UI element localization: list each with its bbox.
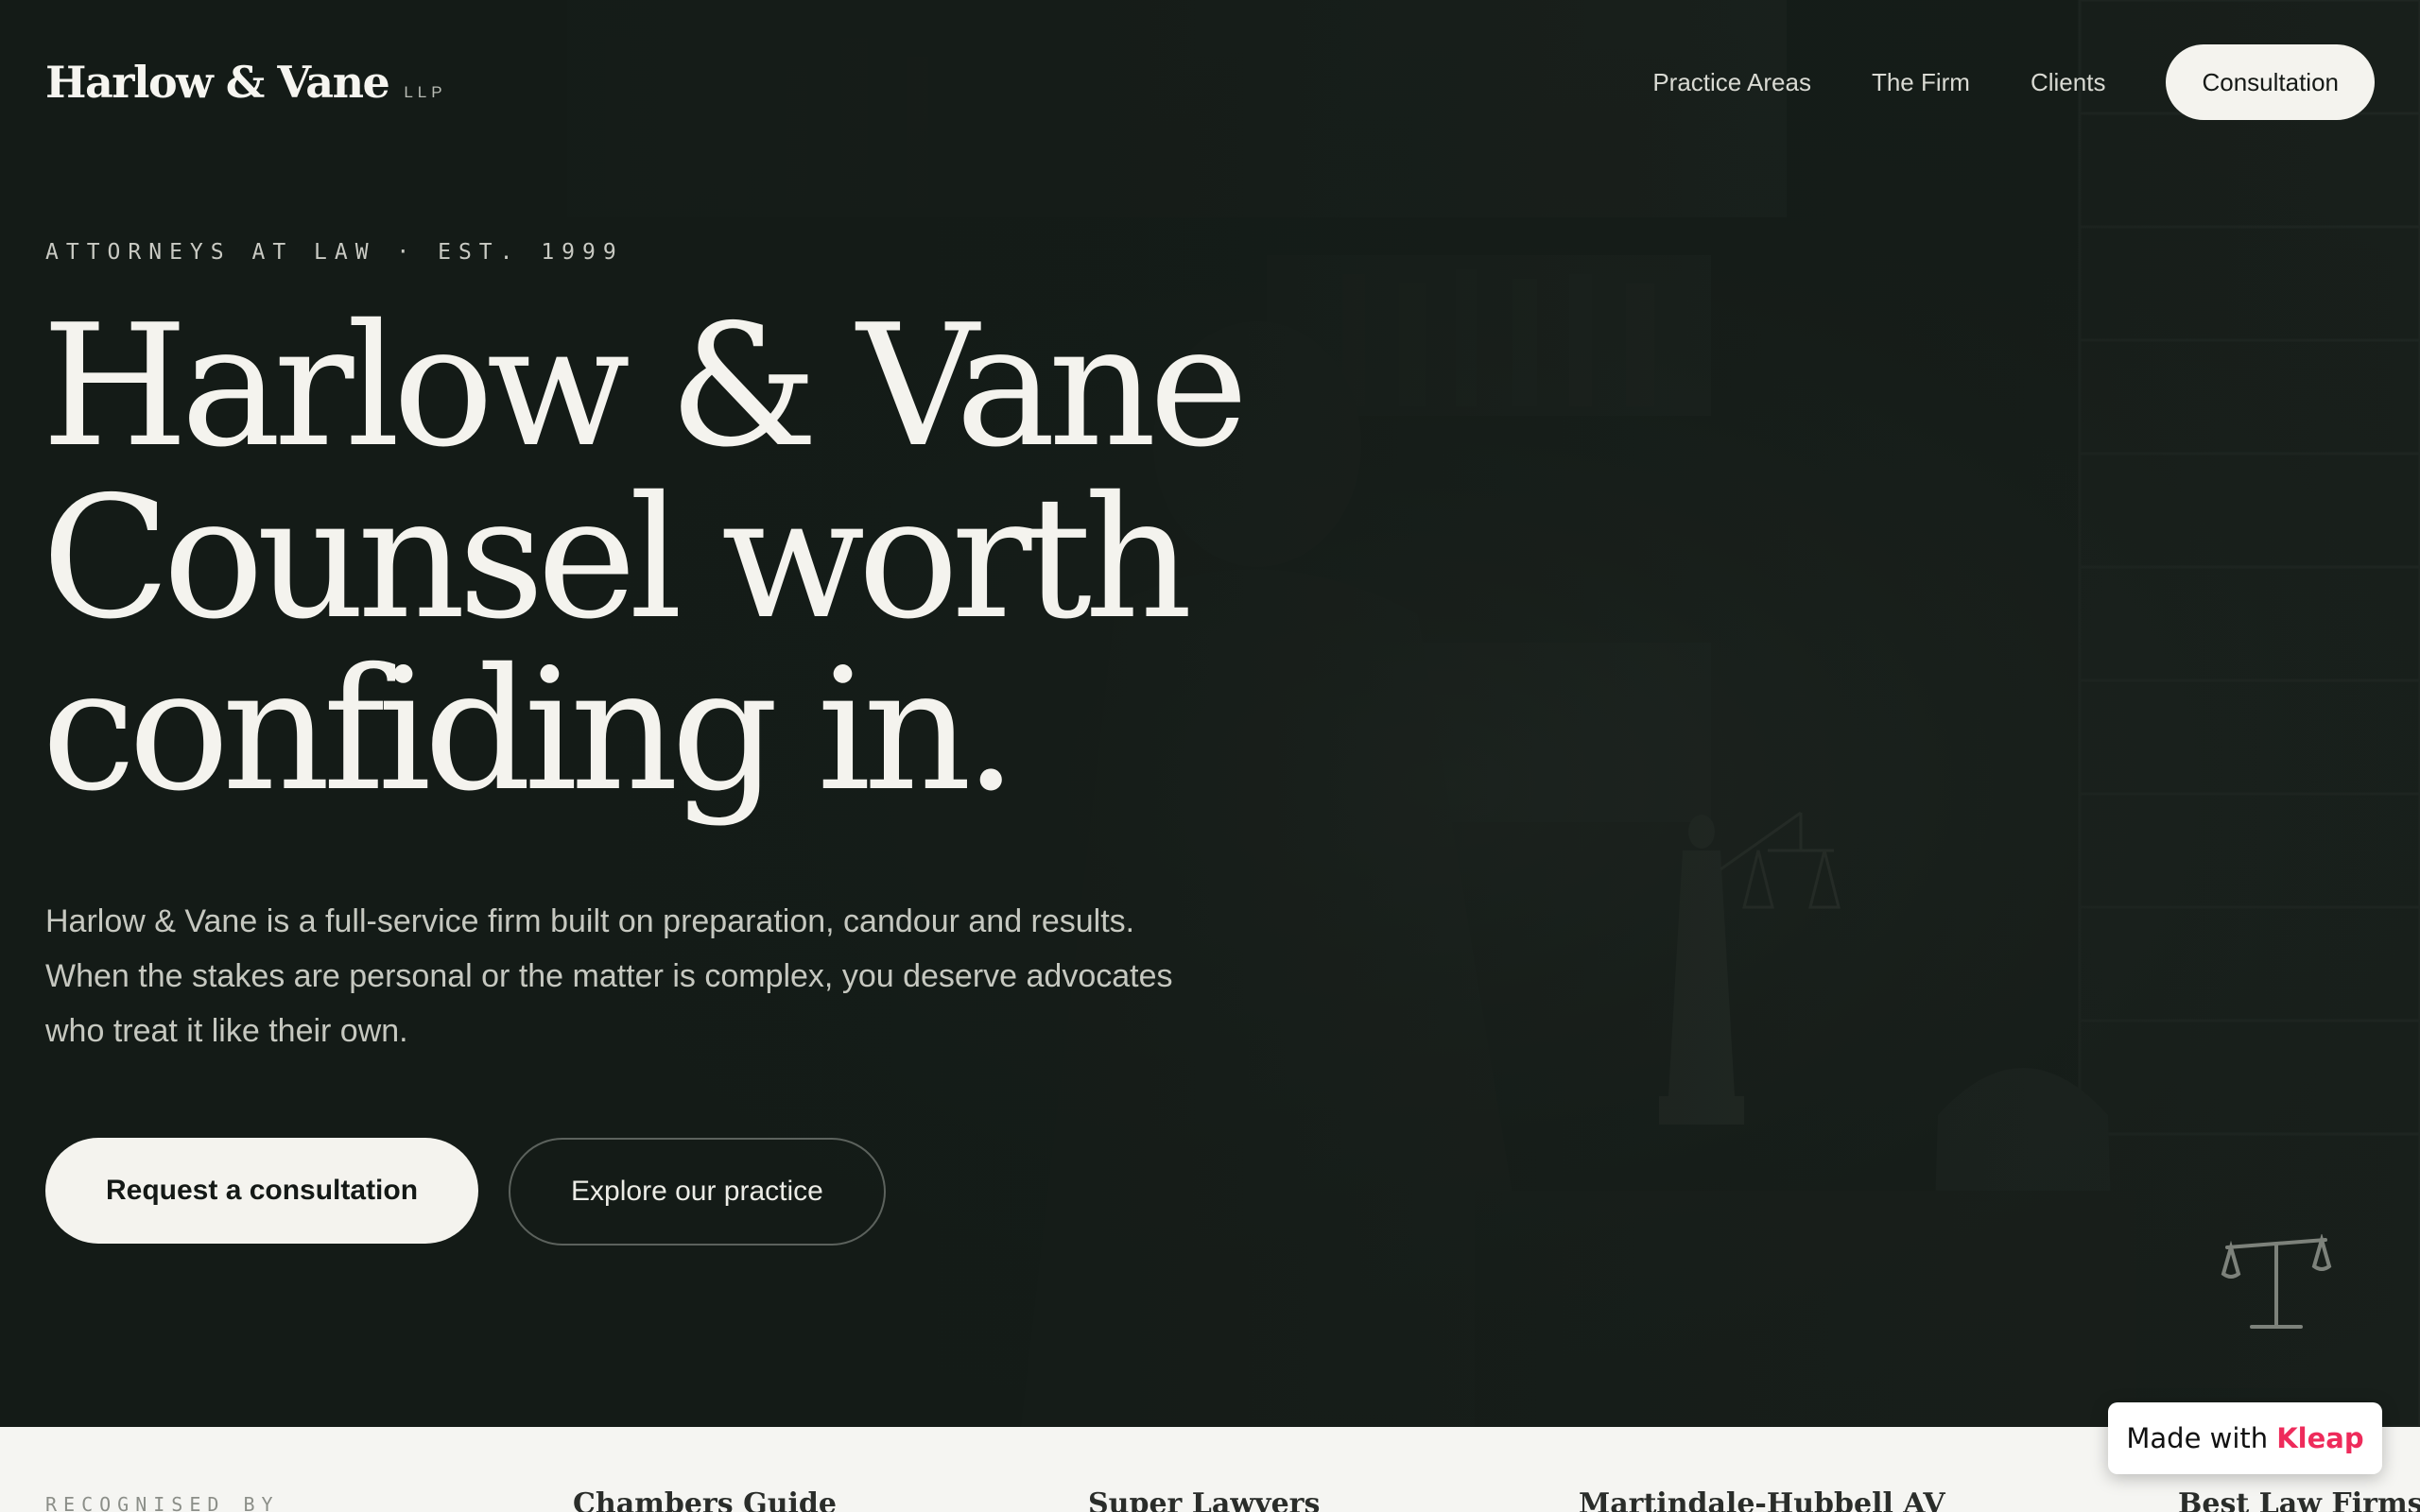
hero-headline: Harlow & Vane Counsel worth confiding in… <box>42 301 1270 816</box>
award-martindale-hubbell: Martindale-Hubbell AV <box>1579 1487 1945 1512</box>
award-chambers-guide: Chambers Guide <box>573 1487 837 1512</box>
nav-link-the-firm[interactable]: The Firm <box>1872 68 1970 97</box>
hero-actions: Request a consultation Explore our pract… <box>45 1138 886 1246</box>
main-nav: Practice Areas The Firm Clients Consulta… <box>1592 44 2375 120</box>
headline-line-1: Harlow & Vane <box>42 288 1249 484</box>
site-header: Harlow & Vane LLP Practice Areas The Fir… <box>45 43 2375 121</box>
consultation-button[interactable]: Consultation <box>2166 44 2375 120</box>
badge-brand: Kleap <box>2276 1422 2364 1454</box>
badge-prefix: Made with <box>2126 1422 2269 1454</box>
award-super-lawyers: Super Lawyers <box>1088 1487 1321 1512</box>
hero-section: Harlow & Vane LLP Practice Areas The Fir… <box>0 0 2420 1427</box>
logo-suffix: LLP <box>404 83 447 101</box>
hero-description: Harlow & Vane is a full-service firm bui… <box>45 903 1173 1049</box>
scales-of-justice-icon <box>2221 1234 2332 1329</box>
nav-link-practice-areas[interactable]: Practice Areas <box>1652 68 1811 97</box>
logo-wordmark: Harlow & Vane <box>45 57 390 108</box>
explore-practice-button[interactable]: Explore our practice <box>509 1138 886 1246</box>
award-best-law-firms: Best Law Firms <box>2178 1487 2420 1512</box>
made-with-kleap-badge[interactable]: Made with Kleap <box>2108 1402 2382 1474</box>
nav-link-clients[interactable]: Clients <box>2031 68 2105 97</box>
headline-line-3: confiding in. <box>42 632 1018 828</box>
headline-line-2: Counsel worth <box>42 460 1193 656</box>
request-consultation-button[interactable]: Request a consultation <box>45 1138 479 1244</box>
recognition-strip: RECOGNISED BY Chambers Guide Super Lawye… <box>0 1427 2420 1512</box>
logo[interactable]: Harlow & Vane LLP <box>45 57 447 108</box>
recognition-label: RECOGNISED BY <box>45 1493 280 1512</box>
hero-eyebrow: ATTORNEYS AT LAW · EST. 1999 <box>45 240 624 265</box>
